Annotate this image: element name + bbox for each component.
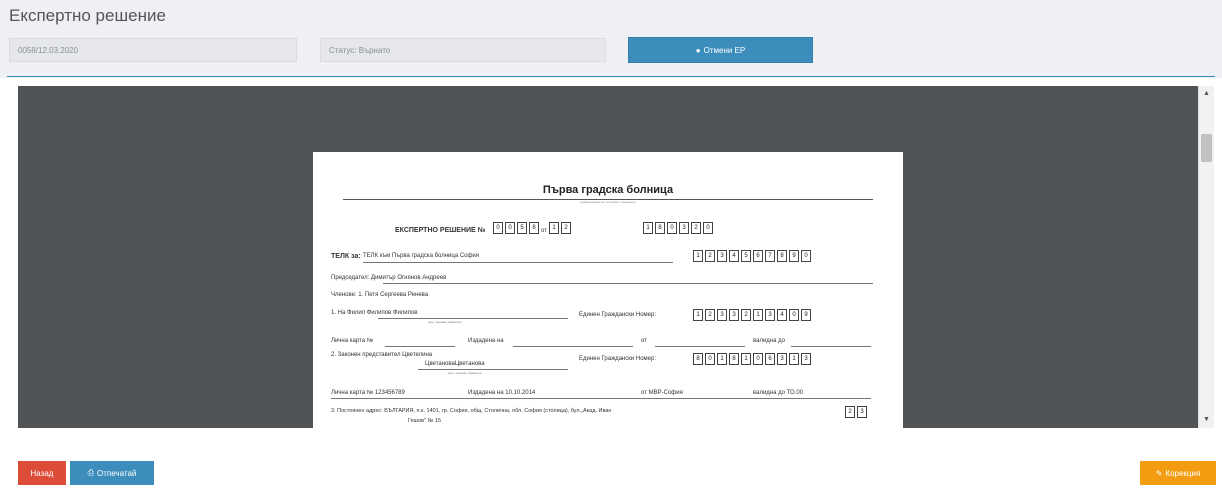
rep-from-line: от МВР-София <box>641 390 683 396</box>
decision-number-field: 0058/12.03.2020 <box>9 38 297 62</box>
address-line-2: Гешов" № 15 <box>408 418 442 424</box>
representative-caption: име, презиме, фамилия <box>448 371 482 375</box>
telk-label: ТЕЛК за: <box>331 253 361 260</box>
print-button[interactable]: ⎙ Отпечатай <box>70 461 154 485</box>
scroll-up-icon[interactable]: ▲ <box>1203 90 1210 97</box>
rep-card-underline <box>331 398 871 399</box>
page-title: Експертно решение <box>9 6 166 25</box>
rep-card-line: Лична карта № 123456789 <box>331 390 405 396</box>
address-line: 3. Постоянен адрес: БЪЛГАРИЯ, п.к. 1401,… <box>331 408 612 414</box>
header-panel: Експертно решение 0058/12.03.2020 Статус… <box>0 0 1222 78</box>
viewer-scrollbar[interactable]: ▲ ▼ <box>1198 86 1214 428</box>
valid-to-underline <box>791 346 871 347</box>
back-label: Назад <box>30 468 54 478</box>
rep-egn-boxes: 8 0 1 8 1 0 6 3 1 3 <box>693 353 811 365</box>
correction-label: Корекция <box>1165 468 1201 478</box>
header-divider <box>7 76 1215 77</box>
representative-line: 2. Законен представител Цветелина <box>331 352 433 358</box>
hospital-name: Първа градска болница <box>542 184 674 196</box>
valid-to-label: валидна до <box>753 338 785 344</box>
expert-decision-page: Експертно решение 0058/12.03.2020 Статус… <box>0 0 1222 495</box>
id-card-label: Лична карта № <box>331 338 374 344</box>
cancel-decision-button[interactable]: ● Отмени ЕР <box>628 37 813 63</box>
issued-from-underline <box>655 346 745 347</box>
scroll-down-icon[interactable]: ▼ <box>1203 416 1210 423</box>
decision-number-boxes: 0 0 5 8 от 1 2 <box>493 222 571 234</box>
telk-code-boxes: 1 2 3 4 5 6 7 8 9 0 <box>693 250 811 262</box>
issued-from-label: от <box>641 338 647 344</box>
chairman-underline <box>383 283 873 284</box>
status-field: Статус: Върнато <box>320 38 606 62</box>
scrollbar-thumb[interactable] <box>1201 134 1212 162</box>
members-line: Членове: 1. Петя Сергеева Ренева <box>331 292 429 298</box>
person-caption: име, презиме, фамилия <box>428 320 462 324</box>
print-icon: ⎙ <box>87 468 95 477</box>
back-button[interactable]: Назад <box>18 461 66 485</box>
decision-label: ЕКСПЕРТНО РЕШЕНИЕ № <box>395 227 486 234</box>
issued-on-label: Издадена на <box>468 338 504 344</box>
person-line: 1. На Филип Филипов Филипов <box>331 310 418 316</box>
address-code-boxes: 2 3 <box>845 406 867 418</box>
telk-value: ТЕЛК към Първа градска болница София <box>363 253 480 259</box>
circle-icon: ● <box>695 45 701 55</box>
hospital-caption: наименование на лечебното заведение <box>580 200 636 204</box>
representative-underline <box>418 369 568 370</box>
person-egn-label: Единен Граждански Номер: <box>579 312 657 318</box>
id-card-underline <box>385 346 455 347</box>
rep-valid-line: валидна до ТО.00 <box>753 390 804 396</box>
person-underline <box>378 318 568 319</box>
pdf-viewer[interactable]: Първа градска болница наименование на ле… <box>18 86 1198 428</box>
telk-underline <box>363 262 673 263</box>
correction-button[interactable]: ✎ Корекция <box>1140 461 1216 485</box>
cancel-decision-label: Отмени ЕР <box>703 45 746 55</box>
person-egn-boxes: 1 2 3 3 2 1 3 4 0 9 <box>693 309 811 321</box>
print-label: Отпечатай <box>97 468 137 478</box>
rep-issued-line: Издадена на 10.10.2014 <box>468 390 536 396</box>
issued-on-underline <box>513 346 633 347</box>
edit-icon: ✎ <box>1155 468 1163 478</box>
decision-date-boxes: 1 8 0 3 2 0 <box>643 222 713 234</box>
chairman-line: Председател: Димитър Огнянов Андреев <box>331 275 447 281</box>
rep-egn-label: Единен Граждански Номер: <box>579 356 657 362</box>
representative-line-2: ЦветановаЦветанова <box>425 361 485 367</box>
document-page: Първа градска болница наименование на ле… <box>313 152 903 428</box>
